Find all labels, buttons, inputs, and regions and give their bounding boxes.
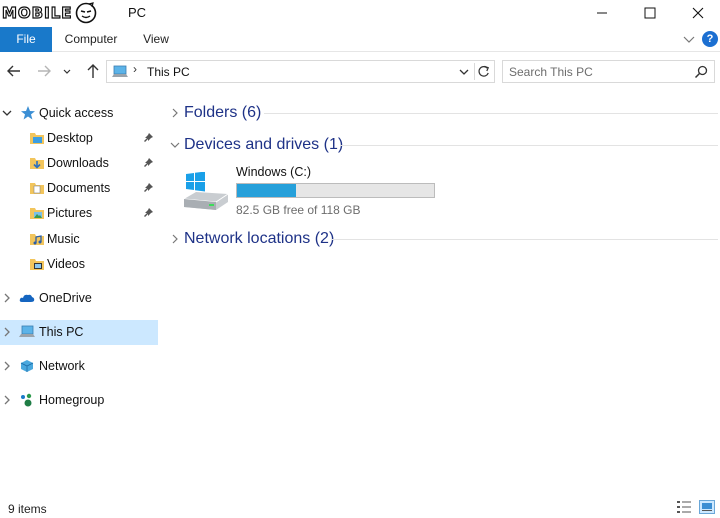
drive-windows-c[interactable]: Windows (C:) 82.5 GB free of 118 GB [180,162,450,218]
collapsed-chevron-icon[interactable] [2,327,12,337]
this-pc-icon [19,325,35,337]
documents-folder-icon [30,183,44,194]
onedrive-cloud-icon [19,294,35,302]
group-network-locations[interactable]: Network locations (2) [160,227,720,251]
nav-downloads-label: Downloads [47,156,109,170]
nav-downloads[interactable]: Downloads [0,151,158,176]
search-icon[interactable] [694,65,708,79]
this-pc-icon [112,65,128,77]
up-arrow-icon[interactable] [84,62,102,80]
nav-music[interactable]: Music [0,227,158,252]
nav-quick-access[interactable]: Quick access [0,101,158,126]
close-button[interactable] [674,0,720,26]
nav-onedrive[interactable]: OneDrive [0,286,158,311]
nav-homegroup-label: Homegroup [39,393,105,407]
search-box[interactable] [502,60,715,83]
navigation-pane: Quick access Desktop Downloads Documents… [0,92,158,492]
refresh-icon[interactable] [474,63,492,80]
content-pane: Folders (6) Devices and drives (1) Windo… [160,92,720,492]
windows-drive-icon [183,172,229,210]
forward-arrow-icon[interactable] [35,62,53,80]
group-divider [340,145,718,146]
group-divider [264,113,718,114]
address-dropdown-chevron-icon[interactable] [458,66,470,78]
breadcrumb-separator[interactable]: › [133,62,137,76]
pin-icon[interactable] [142,132,154,144]
details-view-icon[interactable] [676,500,692,514]
nav-network[interactable]: Network [0,354,158,379]
nav-videos-label: Videos [47,257,85,271]
group-network-locations-label: Network locations (2) [184,230,335,247]
nav-desktop[interactable]: Desktop [0,126,158,151]
expand-ribbon-chevron-icon[interactable] [682,32,696,46]
minimize-button[interactable] [578,0,626,26]
nav-documents[interactable]: Documents [0,176,158,201]
item-count: 9 items [8,502,47,516]
group-folders-label: Folders (6) [184,104,262,121]
drive-usage-fill [237,184,296,197]
nav-onedrive-label: OneDrive [39,291,92,305]
group-divider [332,239,718,240]
nav-homegroup[interactable]: Homegroup [0,388,158,413]
expanded-chevron-icon[interactable] [170,140,180,150]
help-icon[interactable]: ? [702,31,718,47]
music-folder-icon [30,234,44,245]
title-bar: MOBILE PC [0,0,720,26]
expanded-chevron-icon[interactable] [2,108,12,118]
nav-desktop-label: Desktop [47,131,93,145]
drive-usage-bar [236,183,435,198]
status-bar: 9 items [0,496,720,518]
logo-text: MOBILE [1,3,73,22]
close-icon [692,7,704,19]
search-input[interactable] [509,64,689,80]
nav-network-label: Network [39,359,85,373]
maximize-icon [644,7,656,19]
window-title: PC [128,5,147,20]
address-bar[interactable]: › This PC [106,60,495,83]
network-icon [20,360,34,372]
nav-pictures[interactable]: Pictures [0,201,158,226]
group-devices-label: Devices and drives (1) [184,136,344,153]
drive-free-space: 82.5 GB free of 118 GB [236,203,361,217]
tab-file[interactable]: File [0,27,52,52]
maximize-button[interactable] [626,0,674,26]
homegroup-icon [21,393,32,407]
drive-name: Windows (C:) [236,165,312,179]
navigation-bar: › This PC [0,54,720,90]
logo-face-icon [75,2,96,24]
pin-icon[interactable] [142,157,154,169]
large-icons-view-icon[interactable] [699,500,715,514]
pin-icon[interactable] [142,182,154,194]
ribbon-tabs: File Computer View ? [0,27,720,52]
mobile01-logo: MOBILE [1,2,97,24]
nav-this-pc[interactable]: This PC [0,320,158,345]
recent-locations-chevron-icon[interactable] [61,62,73,80]
nav-music-label: Music [47,232,80,246]
pictures-folder-icon [30,208,44,219]
nav-quick-access-label: Quick access [39,106,114,120]
tab-computer[interactable]: Computer [58,27,124,52]
desktop-folder-icon [30,133,44,144]
collapsed-chevron-icon[interactable] [170,108,180,118]
nav-videos[interactable]: Videos [0,252,158,277]
group-folders[interactable]: Folders (6) [160,101,720,125]
collapsed-chevron-icon[interactable] [2,361,12,371]
pin-icon[interactable] [142,207,154,219]
collapsed-chevron-icon[interactable] [2,293,12,303]
back-arrow-icon[interactable] [5,62,23,80]
nav-this-pc-label: This PC [39,325,84,339]
tab-view[interactable]: View [136,27,176,52]
collapsed-chevron-icon[interactable] [170,234,180,244]
nav-documents-label: Documents [47,181,111,195]
videos-folder-icon [30,259,44,270]
breadcrumb-this-pc[interactable]: This PC [147,65,190,79]
star-icon [21,106,35,120]
downloads-folder-icon [30,158,44,169]
group-devices-and-drives[interactable]: Devices and drives (1) [160,133,720,157]
nav-pictures-label: Pictures [47,206,93,220]
minimize-icon [597,12,607,14]
collapsed-chevron-icon[interactable] [2,395,12,405]
